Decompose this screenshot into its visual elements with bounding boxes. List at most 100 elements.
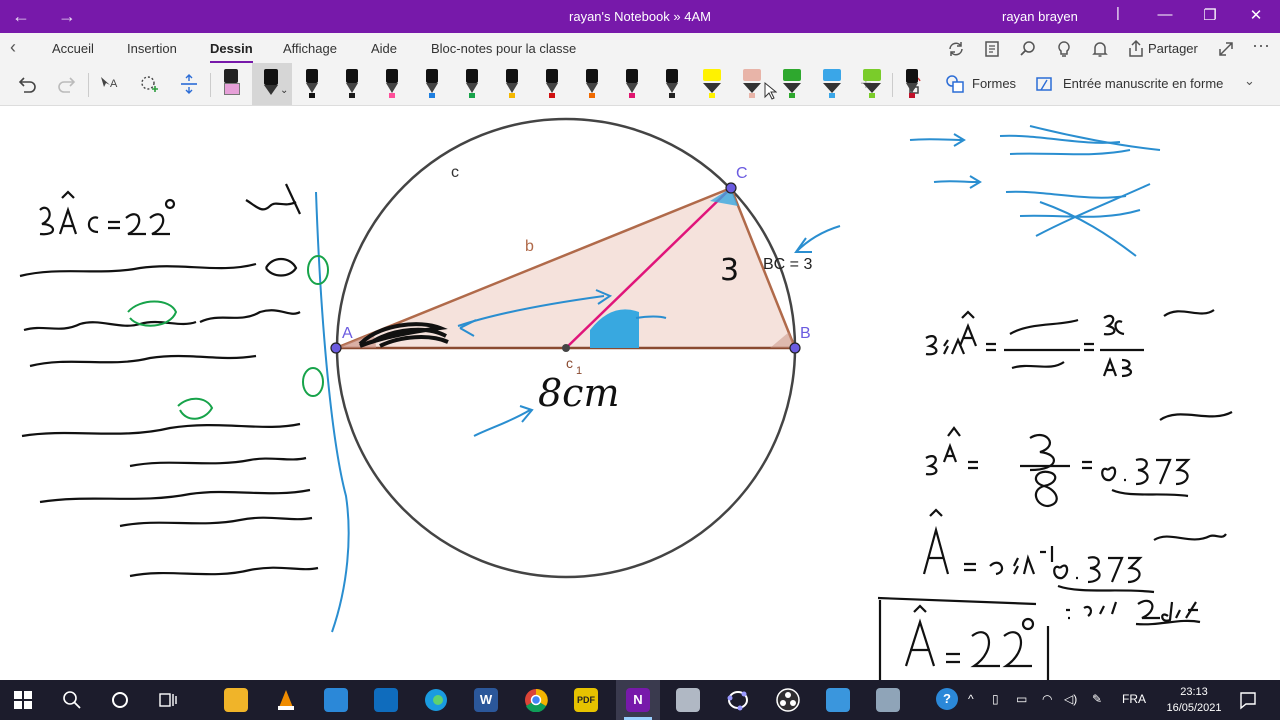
- tab-affichage[interactable]: Affichage: [283, 41, 337, 56]
- calculator-icon[interactable]: [876, 688, 900, 712]
- tab-insertion[interactable]: Insertion: [127, 41, 177, 56]
- volume-icon[interactable]: ◁): [1064, 692, 1077, 706]
- pen-tool-14[interactable]: [820, 67, 844, 99]
- file-explorer-icon[interactable]: [224, 688, 248, 712]
- drawing-surface[interactable]: A B C c b c 1 BC = 3 3 8cm: [0, 106, 1280, 680]
- pen-tool-8[interactable]: [580, 67, 604, 99]
- chrome-icon[interactable]: [524, 688, 548, 712]
- ink-arrow: [473, 405, 534, 437]
- right-math-notes: [877, 309, 1233, 680]
- lasso-select-icon[interactable]: [138, 73, 160, 95]
- bell-icon[interactable]: [1090, 39, 1110, 59]
- pen-tool-1[interactable]: [300, 67, 324, 99]
- undo-icon[interactable]: [16, 73, 38, 95]
- redo-icon[interactable]: [56, 73, 78, 95]
- windows-start-icon[interactable]: [14, 691, 32, 709]
- pen-tool-11[interactable]: [700, 67, 724, 99]
- notifications-icon[interactable]: [1238, 690, 1258, 710]
- selected-pen-tool[interactable]: ⌄: [252, 63, 292, 105]
- vertex-c[interactable]: [725, 182, 737, 194]
- drawing-toolbar: A ⌄ + Formes Entrée manuscrite en forme …: [0, 63, 1280, 106]
- label-circle-c: c: [451, 164, 459, 181]
- geogebra-icon[interactable]: [726, 688, 750, 712]
- pen-tool-6[interactable]: [500, 67, 524, 99]
- search-icon[interactable]: [62, 690, 82, 710]
- text-select-icon[interactable]: A: [98, 73, 120, 95]
- sync-icon[interactable]: [946, 39, 966, 59]
- pen-tool-3[interactable]: [380, 67, 404, 99]
- expand-icon[interactable]: [1216, 39, 1236, 59]
- tab-aide[interactable]: Aide: [371, 41, 397, 56]
- edge-icon[interactable]: [424, 688, 448, 712]
- shapes-icon[interactable]: [944, 73, 966, 95]
- pen-tool-15[interactable]: [860, 67, 884, 99]
- share-button[interactable]: Partager: [1148, 41, 1198, 56]
- wifi-icon[interactable]: ◠: [1042, 692, 1052, 706]
- search-icon[interactable]: [1018, 39, 1038, 59]
- pen-tool-2[interactable]: [340, 67, 364, 99]
- pen-tool-9[interactable]: [620, 67, 644, 99]
- separator-icon: |: [1116, 4, 1120, 20]
- clock-date: 16/05/2021: [1166, 702, 1222, 714]
- clock-time: 23:13: [1180, 686, 1208, 698]
- store-icon[interactable]: [324, 688, 348, 712]
- touchpad-icon[interactable]: ▯: [992, 692, 999, 706]
- app-icon[interactable]: [676, 688, 700, 712]
- handwritten-three: 3: [720, 253, 739, 288]
- ink-to-shape-button[interactable]: Entrée manuscrite en forme: [1063, 76, 1223, 91]
- minimize-icon[interactable]: —: [1150, 6, 1180, 23]
- tab-dessin[interactable]: Dessin: [210, 41, 253, 64]
- tab-bloc-notes[interactable]: Bloc-notes pour la classe: [431, 41, 576, 56]
- margin-ink-line: [315, 191, 350, 633]
- vertex-b[interactable]: [789, 342, 801, 354]
- task-view-icon[interactable]: [158, 690, 178, 710]
- page-view-icon[interactable]: [982, 39, 1002, 59]
- mouse-cursor-icon: [764, 81, 777, 100]
- close-icon[interactable]: ✕: [1241, 6, 1271, 24]
- toolbar-divider: [892, 73, 893, 97]
- eraser-tool[interactable]: [220, 65, 242, 101]
- obs-icon[interactable]: [776, 688, 800, 712]
- share-icon[interactable]: [1126, 39, 1146, 59]
- pen-tool-5[interactable]: [460, 67, 484, 99]
- pen-tool-7[interactable]: [540, 67, 564, 99]
- windows-taskbar: W PDF N ? ^ ▯ ▭ ◠ ◁) ✎ FRA 23:13 16/05/2…: [0, 680, 1280, 720]
- system-clock[interactable]: 23:13 16/05/2021: [1160, 684, 1228, 716]
- label-bc-length: BC = 3: [763, 256, 812, 273]
- pen-tool-13[interactable]: [780, 67, 804, 99]
- pen-tool-16[interactable]: [900, 67, 924, 99]
- user-name[interactable]: rayan brayen: [1002, 9, 1078, 24]
- ink-to-shape-icon[interactable]: [1034, 73, 1056, 95]
- restore-icon[interactable]: ❐: [1195, 6, 1225, 24]
- label-b: B: [800, 325, 811, 342]
- help-icon[interactable]: ?: [936, 688, 958, 710]
- vertex-a[interactable]: [330, 342, 342, 354]
- word-icon[interactable]: W: [474, 688, 498, 712]
- green-annotations: [127, 255, 329, 420]
- center-point[interactable]: [562, 344, 570, 352]
- mail-icon[interactable]: [374, 688, 398, 712]
- vlc-icon[interactable]: [274, 688, 298, 712]
- label-c1: c: [566, 355, 573, 371]
- lightbulb-icon[interactable]: [1054, 39, 1074, 59]
- pen-icon[interactable]: ✎: [1092, 692, 1102, 706]
- more-options-icon[interactable]: ···: [1252, 35, 1270, 56]
- pen-tool-10[interactable]: [660, 67, 684, 99]
- chevron-down-icon[interactable]: ⌄: [1244, 73, 1255, 89]
- note-page-canvas[interactable]: A B C c b c 1 BC = 3 3 8cm: [0, 106, 1280, 680]
- chevron-left-icon[interactable]: ‹: [10, 37, 16, 58]
- svg-text:A: A: [110, 78, 118, 90]
- cortana-icon[interactable]: [110, 690, 130, 710]
- shapes-button[interactable]: Formes: [972, 76, 1016, 91]
- tab-accueil[interactable]: Accueil: [52, 41, 94, 56]
- battery-icon[interactable]: ▭: [1016, 692, 1027, 706]
- title-bar: ← → rayan's Notebook » 4AM rayan brayen …: [0, 0, 1280, 33]
- pen-tool-4[interactable]: [420, 67, 444, 99]
- pdf-reader-icon[interactable]: PDF: [574, 688, 598, 712]
- onenote-icon[interactable]: N: [626, 688, 650, 712]
- pen-tool-12[interactable]: [740, 67, 764, 99]
- add-space-icon[interactable]: [178, 73, 200, 95]
- language-indicator[interactable]: FRA: [1122, 692, 1146, 706]
- photos-icon[interactable]: [826, 688, 850, 712]
- chevron-up-icon[interactable]: ^: [968, 692, 974, 706]
